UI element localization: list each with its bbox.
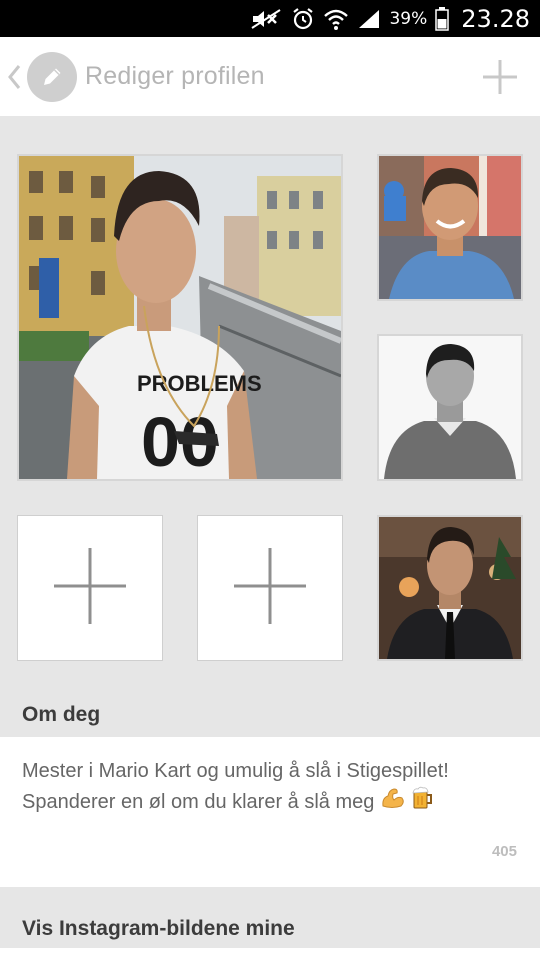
clock-time: 23.28 — [461, 4, 530, 33]
wifi-icon — [323, 7, 349, 31]
plus-icon — [54, 547, 126, 629]
beer-mug-icon — [412, 786, 434, 819]
about-heading: Om deg — [22, 703, 101, 726]
chevron-left-icon[interactable] — [6, 63, 22, 91]
plus-icon — [234, 547, 306, 629]
instagram-heading: Vis Instagram-bildene mine — [22, 917, 295, 940]
side-photo-2[interactable] — [377, 334, 523, 481]
battery-icon — [435, 6, 450, 31]
side-photo-3[interactable] — [377, 515, 523, 661]
battery-percent: 39% — [389, 8, 428, 29]
empty-photo-slot-2[interactable] — [197, 515, 343, 661]
page-title: Rediger profilen — [85, 62, 265, 90]
signal-icon — [357, 8, 381, 30]
svg-text:PROBLEMS: PROBLEMS — [137, 371, 262, 396]
mute-icon — [249, 8, 283, 30]
character-counter: 405 — [491, 843, 517, 860]
status-icons: 39% 23.28 — [249, 0, 530, 37]
instagram-row[interactable] — [0, 948, 540, 960]
app-header: Rediger profilen — [0, 37, 540, 116]
add-photo-button[interactable] — [482, 59, 518, 95]
about-text[interactable]: Mester i Mario Kart og umulig å slå i St… — [22, 757, 522, 819]
side-photo-1[interactable] — [377, 154, 523, 301]
empty-photo-slot-1[interactable] — [17, 515, 163, 661]
status-bar: 39% 23.28 — [0, 0, 540, 37]
flexed-biceps-icon — [380, 786, 406, 819]
main-photo[interactable]: PROBLEMS 00 — [17, 154, 343, 481]
pencil-icon[interactable] — [27, 52, 77, 102]
about-textarea[interactable]: Mester i Mario Kart og umulig å slå i St… — [0, 737, 540, 887]
alarm-icon — [291, 7, 315, 31]
